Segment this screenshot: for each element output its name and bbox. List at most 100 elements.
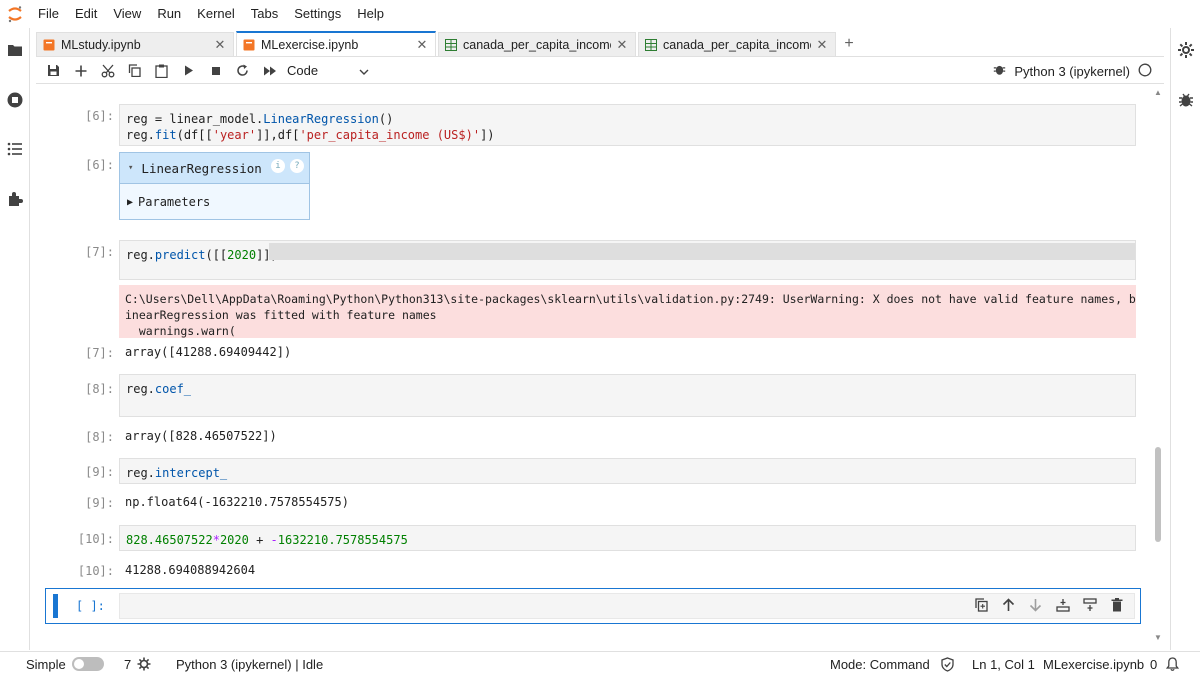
paste-icon[interactable] [148, 59, 175, 83]
table-of-contents-icon[interactable] [5, 139, 25, 159]
running-kernels-icon[interactable] [5, 90, 25, 110]
menu-kernel[interactable]: Kernel [189, 0, 243, 28]
output-prompt: [6]: [85, 158, 114, 172]
kernel-status-icon [1138, 63, 1152, 80]
menu-settings[interactable]: Settings [286, 0, 349, 28]
cell-output: np.float64(-1632210.7578554575) [125, 495, 349, 509]
cell-type-label: Code [287, 63, 319, 78]
caret-right-icon: ▶ [127, 196, 134, 208]
cell-output: array([828.46507522]) [125, 429, 277, 443]
run-icon[interactable] [175, 59, 202, 83]
estimator-header[interactable]: ▾ LinearRegression i ? [120, 153, 309, 184]
table-icon [445, 38, 457, 51]
close-icon[interactable]: ✕ [415, 37, 429, 53]
input-prompt: [10]: [77, 532, 114, 546]
move-up-icon[interactable] [999, 595, 1018, 614]
tab-label: MLexercise.ipynb [261, 37, 359, 52]
jupyter-logo-icon [0, 0, 30, 28]
property-inspector-icon[interactable] [1176, 40, 1196, 60]
close-icon[interactable]: ✕ [213, 37, 227, 53]
folder-icon[interactable] [5, 40, 25, 60]
scroll-down-icon[interactable]: ▼ [1154, 633, 1162, 642]
status-bar: Simple 7 Python 3 (ipykernel) | Idle Mod… [0, 651, 1200, 675]
close-icon[interactable]: ✕ [815, 37, 829, 53]
menu-tabs[interactable]: Tabs [243, 0, 286, 28]
terminal-count: 7 [124, 656, 132, 672]
new-tab-button[interactable]: + [838, 32, 860, 56]
menu-bar: File Edit View Run Kernel Tabs Settings … [0, 0, 1200, 28]
estimator-name: LinearRegression [141, 160, 262, 176]
caret-down-icon: ▾ [128, 163, 134, 173]
menu-help[interactable]: Help [349, 0, 392, 28]
kernel-status[interactable]: Python 3 (ipykernel) | Idle [176, 652, 323, 675]
simple-mode-toggle[interactable]: Simple [26, 652, 104, 675]
tab-canada-csv[interactable]: canada_per_capita_income.cs ✕ [438, 32, 636, 56]
kernel-name[interactable]: Python 3 (ipykernel) [1014, 64, 1130, 79]
stop-icon[interactable] [202, 59, 229, 83]
cell-output: array([41288.69409442]) [125, 345, 292, 359]
cursor-position[interactable]: Ln 1, Col 1 [972, 652, 1035, 675]
input-prompt: [9]: [85, 465, 114, 479]
insert-below-icon[interactable] [1080, 595, 1099, 614]
trusted-icon[interactable] [940, 652, 955, 675]
simple-label: Simple [26, 656, 66, 672]
estimator-widget[interactable]: ▾ LinearRegression i ? ▶ Parameters [119, 152, 310, 220]
tab-label: canada_per_capita_income.cs [463, 37, 611, 52]
notification-count[interactable]: 0 [1150, 652, 1157, 675]
delete-cell-icon[interactable] [1107, 595, 1126, 614]
notebook-toolbar: Code Python 3 (ipykernel) [36, 58, 1164, 84]
tab-mlstudy[interactable]: MLstudy.ipynb ✕ [36, 32, 234, 56]
restart-icon[interactable] [229, 59, 256, 83]
kernel-indicator[interactable]: Python 3 (ipykernel) [993, 58, 1152, 84]
fitted-status-icon[interactable]: ? [290, 159, 304, 173]
cell-type-select[interactable]: Code [287, 63, 369, 78]
extensions-icon[interactable] [5, 189, 25, 209]
code-cell-input[interactable]: reg.coef_ [119, 374, 1136, 417]
insert-above-icon[interactable] [1053, 595, 1072, 614]
scroll-up-icon[interactable]: ▲ [1154, 88, 1162, 97]
tab-canada-csv-2[interactable]: canada_per_capita_income 2. ✕ [638, 32, 836, 56]
table-icon [645, 38, 657, 51]
fast-forward-icon[interactable] [256, 59, 283, 83]
scrollbar-thumb[interactable] [1155, 447, 1161, 542]
tab-mlexercise[interactable]: MLexercise.ipynb ✕ [236, 31, 436, 56]
notebook-scrollbar[interactable]: ▲ ▼ [1152, 85, 1164, 647]
estimator-parameters[interactable]: ▶ Parameters [120, 184, 309, 220]
code-cell-input[interactable]: reg.intercept_ [119, 458, 1136, 484]
code-cell-input[interactable]: reg = linear_model.LinearRegression() re… [119, 104, 1136, 146]
notebook-panel: [6]: reg = linear_model.LinearRegression… [36, 85, 1164, 647]
add-cell-icon[interactable] [67, 59, 94, 83]
toggle-switch[interactable] [71, 657, 104, 671]
menu-file[interactable]: File [30, 0, 67, 28]
terminals-indicator[interactable]: 7 [124, 652, 151, 675]
bug-icon[interactable] [993, 63, 1006, 79]
copy-icon[interactable] [121, 59, 148, 83]
menu-run[interactable]: Run [149, 0, 189, 28]
save-icon[interactable] [40, 59, 67, 83]
editor-mode: Mode: Command [830, 656, 930, 672]
line-highlight [269, 243, 1135, 260]
tab-label: MLstudy.ipynb [61, 37, 141, 52]
code-cell-input[interactable]: 828.46507522*2020 + -1632210.7578554575 [119, 525, 1136, 551]
input-prompt: [7]: [85, 245, 114, 259]
input-prompt: [8]: [85, 382, 114, 396]
active-cell[interactable]: [ ]: [45, 588, 1141, 624]
input-prompt: [ ]: [76, 599, 105, 613]
cut-icon[interactable] [94, 59, 121, 83]
active-cell-indicator [53, 594, 58, 618]
input-prompt: [6]: [85, 109, 114, 123]
close-icon[interactable]: ✕ [615, 37, 629, 53]
bell-icon[interactable] [1166, 652, 1179, 675]
chevron-down-icon [359, 63, 369, 78]
menu-edit[interactable]: Edit [67, 0, 105, 28]
output-prompt: [9]: [85, 496, 114, 510]
menu-view[interactable]: View [105, 0, 149, 28]
tab-bar: MLstudy.ipynb ✕ MLexercise.ipynb ✕ canad… [36, 31, 1164, 57]
left-sidebar [0, 28, 30, 650]
duplicate-cell-icon[interactable] [972, 595, 991, 614]
debugger-icon[interactable] [1176, 90, 1196, 110]
move-down-icon[interactable] [1026, 595, 1045, 614]
output-prompt: [7]: [85, 346, 114, 360]
info-icon[interactable]: i [271, 159, 285, 173]
warning-output: C:\Users\Dell\AppData\Roaming\Python\Pyt… [119, 285, 1136, 338]
